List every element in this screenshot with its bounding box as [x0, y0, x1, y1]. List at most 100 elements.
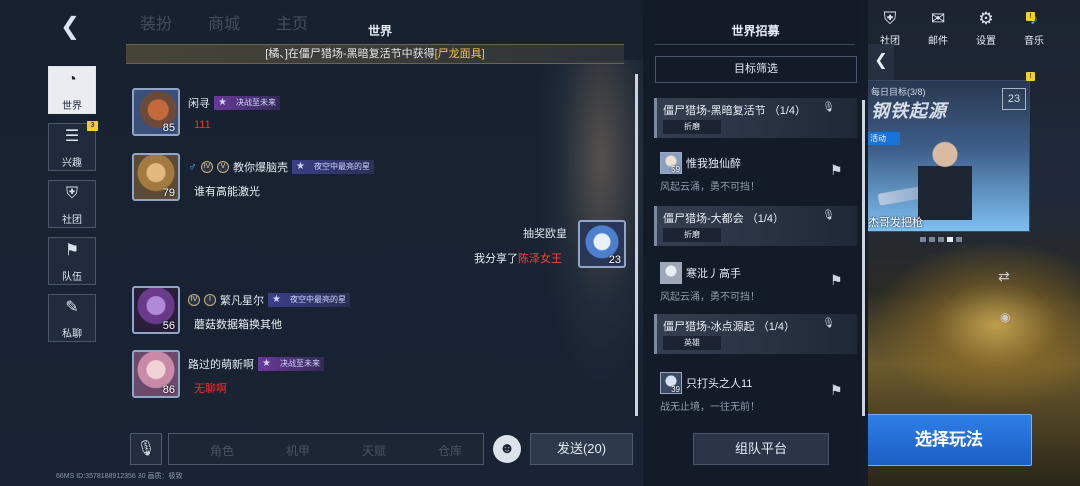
- recruit-host: 39 只打头之人11 战无止境，一往无前！ ⚑: [660, 372, 860, 414]
- channel-nav: ◔ 世界 ☰ 兴趣 3 ⛨ 社团 ⚑ 队伍 ✎ 私聊: [48, 66, 98, 351]
- emoji-icon[interactable]: ☻: [493, 435, 521, 463]
- carousel-dot[interactable]: [920, 237, 926, 242]
- recruit-room-card[interactable]: 僵尸猎场-大都会 （1/4） 🎙︎ 折磨: [654, 206, 857, 246]
- gold-terrain-decoration: [870, 240, 1080, 410]
- rank-medal-icon: I: [204, 294, 216, 306]
- interest-unread-badge: 3: [87, 121, 98, 131]
- system-broadcast-item: [尸龙面具]: [434, 48, 485, 60]
- host-avatar[interactable]: 59: [660, 152, 682, 174]
- event-title-art: 钢铁起源: [871, 101, 947, 121]
- music-notification-badge: !: [1026, 12, 1035, 21]
- gear-icon: ⚙: [978, 9, 994, 28]
- ghost-menu-item: 主页: [276, 16, 309, 33]
- player-name[interactable]: 抽奖欧皇: [523, 225, 567, 241]
- difficulty-badge: 折磨: [663, 120, 721, 134]
- room-title: 僵尸猎场-大都会 （1/4）: [663, 213, 785, 225]
- channel-tab-world[interactable]: ◔ 世界: [48, 66, 96, 114]
- player-name[interactable]: 闲寻: [188, 95, 210, 111]
- voice-input-button[interactable]: 🎙︎: [130, 433, 162, 465]
- ghost-menu-item: 角色: [210, 444, 235, 458]
- host-avatar[interactable]: 39: [660, 372, 682, 394]
- mail-icon: ✉: [930, 9, 946, 28]
- topbar-settings-label: 设置: [976, 36, 996, 47]
- channel-tab-interest[interactable]: ☰ 兴趣 3: [48, 121, 98, 171]
- player-avatar[interactable]: 86: [132, 350, 180, 398]
- select-mode-button[interactable]: 选择玩法: [866, 414, 1032, 466]
- host-name: 惟我独仙醉: [686, 158, 741, 170]
- rank-medal-icon: IV: [188, 294, 200, 306]
- join-flag-icon[interactable]: ⚑: [830, 272, 843, 289]
- message-header: 路过的萌新啊 决战至未来: [188, 356, 324, 372]
- message-header: IV I 繁凡星尔 夜空中最亮的星: [188, 292, 350, 308]
- recruit-room-card[interactable]: 僵尸猎场-黑暗复活节 （1/4） 🎙︎ 折磨: [654, 98, 857, 138]
- player-name[interactable]: 教你爆脑壳: [233, 159, 288, 175]
- swap-icon[interactable]: ⇄: [998, 268, 1010, 285]
- player-level: 56: [162, 320, 175, 332]
- difficulty-badge: 英雄: [663, 336, 721, 350]
- room-title: 僵尸猎场-冰点源起 （1/4）: [663, 321, 796, 333]
- rank-medal-icon: IV: [201, 161, 213, 173]
- background-menu-ghost: 角色 机甲 天赋 仓库: [210, 442, 462, 459]
- player-title-tag: 夜空中最亮的星: [268, 293, 350, 307]
- recruit-room-card[interactable]: 僵尸猎场-冰点源起 （1/4） 🎙︎ 英雄: [654, 314, 857, 354]
- back-arrow-icon[interactable]: ❮: [60, 14, 86, 40]
- carousel-dot[interactable]: [938, 237, 944, 242]
- globe-icon: ◔: [67, 71, 77, 88]
- chat-icon: ✎: [65, 299, 79, 316]
- microphone-icon: 🎙︎: [822, 318, 835, 329]
- club-icon: ⛨: [883, 9, 897, 28]
- player-title-tag: 决战至未来: [258, 357, 324, 371]
- event-carousel-dots[interactable]: [920, 237, 962, 242]
- collapse-panel-arrow-icon[interactable]: ❮: [868, 44, 894, 80]
- world-chat-panel: ❮ 装扮 商城 主页 世界 [橘、]在僵尸猎场-黑暗复活节中获得[尸龙面具] ◔…: [0, 0, 645, 486]
- channel-tab-label: 队伍: [62, 272, 82, 283]
- join-flag-icon[interactable]: ⚑: [830, 382, 843, 399]
- message-share-prefix: 我分享了: [474, 253, 518, 265]
- player-avatar[interactable]: 85: [132, 88, 180, 136]
- ghost-menu-item: 机甲: [286, 444, 311, 458]
- message-header: 闲寻 决战至未来: [188, 95, 280, 111]
- player-level: 86: [162, 384, 175, 396]
- topbar-mail-button[interactable]: ✉ 邮件: [914, 8, 962, 52]
- target-filter-button[interactable]: 目标筛选: [655, 56, 857, 83]
- send-button[interactable]: 发送(20): [530, 433, 633, 465]
- channel-tab-club[interactable]: ⛨ 社团: [48, 180, 96, 228]
- host-avatar[interactable]: [660, 262, 682, 284]
- carousel-dot-active[interactable]: [947, 237, 953, 242]
- message-text: 111: [194, 119, 211, 131]
- recruit-host: 寒沘丿高手 风起云涌，勇不可挡！ ⚑: [660, 262, 860, 304]
- player-avatar[interactable]: 23: [578, 220, 626, 268]
- chat-scrollbar[interactable]: [635, 74, 638, 416]
- recruit-scrollbar[interactable]: [862, 100, 865, 416]
- carousel-dot[interactable]: [956, 237, 962, 242]
- difficulty-badge: 折磨: [663, 228, 721, 242]
- event-tag: 活动: [866, 132, 900, 145]
- player-name[interactable]: 路过的萌新啊: [188, 356, 254, 372]
- carousel-dot[interactable]: [929, 237, 935, 242]
- player-level: 79: [162, 187, 175, 199]
- host-level: 39: [671, 385, 680, 394]
- team-platform-button[interactable]: 组队平台: [693, 433, 829, 465]
- player-level: 23: [608, 254, 621, 266]
- message-header: ♂ IV V 教你爆脑壳 夜空中最亮的星: [188, 159, 374, 175]
- event-count-badge: 23: [1002, 88, 1026, 110]
- topbar-settings-button[interactable]: ⚙ 设置: [962, 8, 1010, 52]
- divider: [655, 44, 855, 45]
- channel-tab-team[interactable]: ⚑ 队伍: [48, 237, 96, 285]
- eye-icon[interactable]: ◉: [1000, 310, 1010, 324]
- player-avatar[interactable]: 79: [132, 153, 180, 201]
- shared-item-link[interactable]: 陈泽女王: [518, 253, 562, 265]
- message-text: 蘑菇数据箱换其他: [194, 319, 282, 331]
- flag-icon: ⚑: [64, 242, 80, 259]
- channel-tab-label: 私聊: [62, 329, 82, 340]
- host-slogan: 战无止境，一往无前！: [660, 402, 760, 413]
- footer-debug-info: 66MS ID:3578188912356 30 画质：极致: [56, 473, 183, 480]
- system-broadcast: [橘、]在僵尸猎场-黑暗复活节中获得[尸龙面具]: [126, 44, 624, 64]
- join-flag-icon[interactable]: ⚑: [830, 162, 843, 179]
- channel-tab-label: 社团: [62, 215, 82, 226]
- player-name[interactable]: 繁凡星尔: [220, 292, 264, 308]
- host-name: 只打头之人11: [686, 378, 753, 390]
- channel-tab-private[interactable]: ✎ 私聊: [48, 294, 96, 342]
- event-character-art: [918, 140, 972, 220]
- player-avatar[interactable]: 56: [132, 286, 180, 334]
